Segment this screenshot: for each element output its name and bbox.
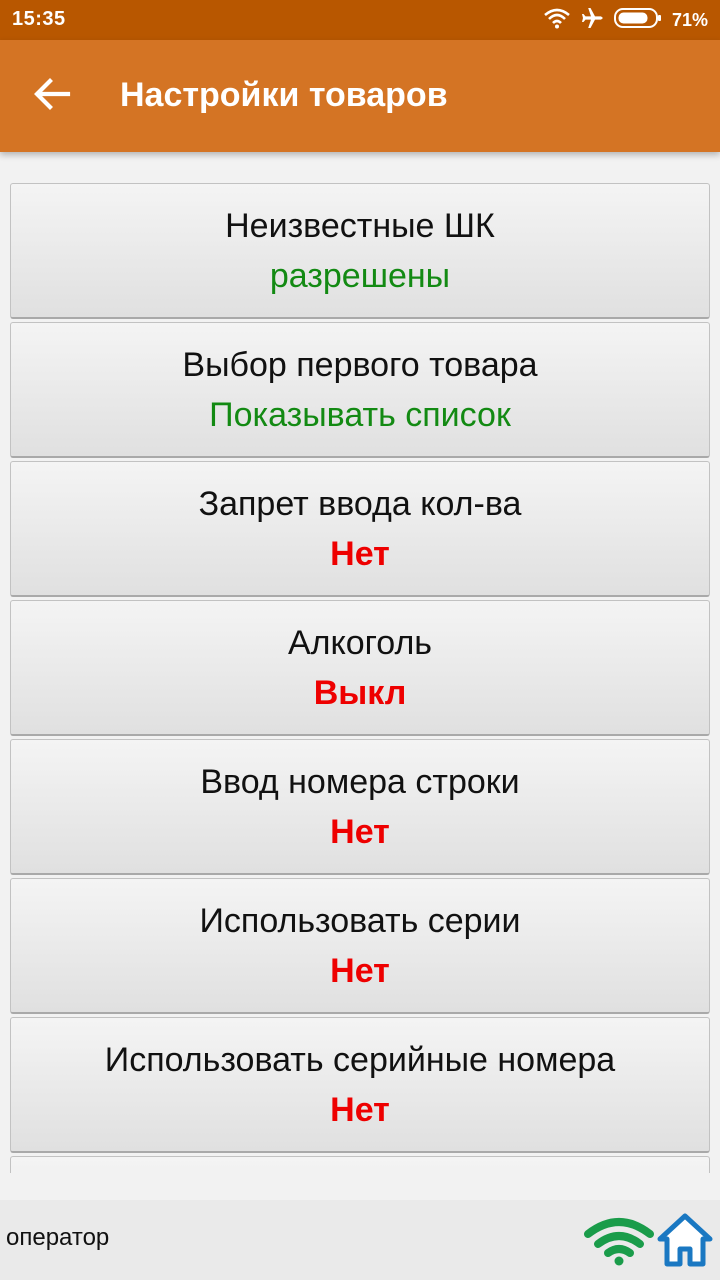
- setting-unknown-barcodes[interactable]: Неизвестные ШК разрешены: [10, 183, 710, 319]
- footer-bar: оператор: [0, 1200, 720, 1280]
- app-bar: Настройки товаров: [0, 40, 720, 152]
- status-icons: 71%: [544, 7, 708, 33]
- current-user: оператор: [6, 1224, 110, 1251]
- battery-icon: [613, 7, 662, 34]
- setting-line-number-input[interactable]: Ввод номера строки Нет: [10, 739, 710, 875]
- setting-value: Выкл: [313, 673, 407, 712]
- wifi-signal-icon: [584, 1216, 654, 1266]
- setting-label: Алкоголь: [287, 623, 433, 662]
- setting-value: Нет: [330, 1090, 390, 1129]
- setting-value: Нет: [330, 812, 390, 851]
- setting-value: Показывать список: [209, 395, 511, 434]
- airplane-icon: [580, 6, 604, 35]
- setting-label: Выбор первого товара: [182, 345, 538, 384]
- setting-label: Запрет ввода кол-ва: [198, 484, 522, 523]
- setting-label: Использовать серии: [199, 901, 521, 940]
- setting-quantity-input-ban[interactable]: Запрет ввода кол-ва Нет: [10, 461, 710, 597]
- setting-value: Нет: [330, 534, 390, 573]
- setting-label: Неизвестные ШК: [225, 206, 495, 245]
- setting-label: Ввод номера строки: [200, 762, 520, 801]
- arrow-left-icon: [33, 77, 71, 115]
- setting-use-serial-numbers[interactable]: Использовать серийные номера Нет: [10, 1017, 710, 1153]
- setting-label: Использовать серийные номера: [104, 1040, 616, 1079]
- setting-value: Нет: [330, 951, 390, 990]
- battery-percent: 71%: [671, 9, 708, 30]
- home-button[interactable]: [656, 1212, 714, 1268]
- setting-next-partial[interactable]: [10, 1156, 710, 1173]
- back-button[interactable]: [30, 74, 74, 118]
- status-time: 15:35: [12, 8, 66, 30]
- page-title: Настройки товаров: [120, 76, 448, 114]
- setting-value: разрешены: [269, 256, 451, 295]
- setting-alcohol[interactable]: Алкоголь Выкл: [10, 600, 710, 736]
- home-icon: [657, 1213, 713, 1267]
- setting-use-series[interactable]: Использовать серии Нет: [10, 878, 710, 1014]
- status-bar: 15:35 71%: [0, 0, 720, 40]
- wifi-icon: [544, 7, 570, 34]
- setting-first-item-choice[interactable]: Выбор первого товара Показывать список: [10, 322, 710, 458]
- settings-list: Неизвестные ШК разрешены Выбор первого т…: [10, 183, 710, 1173]
